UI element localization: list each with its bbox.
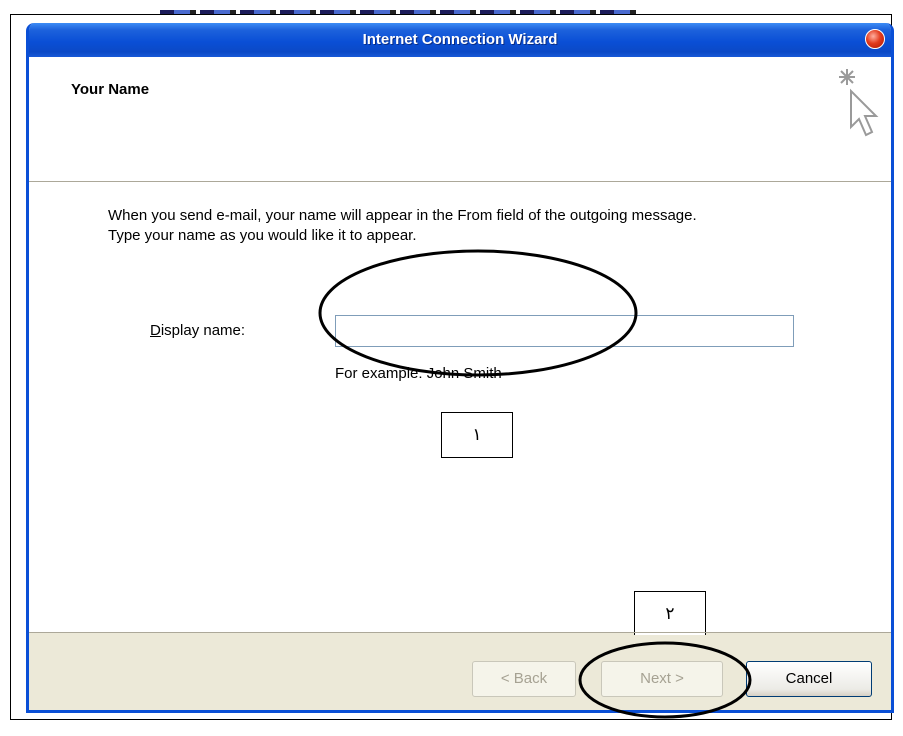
intro-text: When you send e-mail, your name will app…	[108, 206, 697, 246]
page-title: Your Name	[71, 81, 150, 98]
wizard-content: When you send e-mail, your name will app…	[29, 182, 891, 637]
cancel-button[interactable]: Cancel	[746, 661, 872, 697]
wizard-footer: < Back Next > Cancel	[29, 635, 891, 710]
wizard-header: Your Name	[29, 57, 891, 182]
back-button[interactable]: < Back	[472, 661, 576, 697]
window-title: Internet Connection Wizard	[362, 31, 558, 48]
wizard-cursor-icon	[839, 69, 879, 137]
close-icon[interactable]	[865, 29, 885, 49]
wizard-window: Internet Connection Wizard Your Name Whe…	[26, 23, 894, 713]
title-bar[interactable]: Internet Connection Wizard	[29, 23, 891, 57]
annotation-box-2: ٢	[634, 591, 706, 637]
annotation-box-1: ١	[441, 412, 513, 458]
display-name-input[interactable]	[335, 315, 794, 347]
example-text: For example: John Smith	[335, 365, 502, 382]
next-button[interactable]: Next >	[601, 661, 723, 697]
display-name-label: Display name:	[150, 322, 246, 339]
intro-line-1: When you send e-mail, your name will app…	[108, 207, 697, 224]
intro-line-2: Type your name as you would like it to a…	[108, 227, 417, 244]
